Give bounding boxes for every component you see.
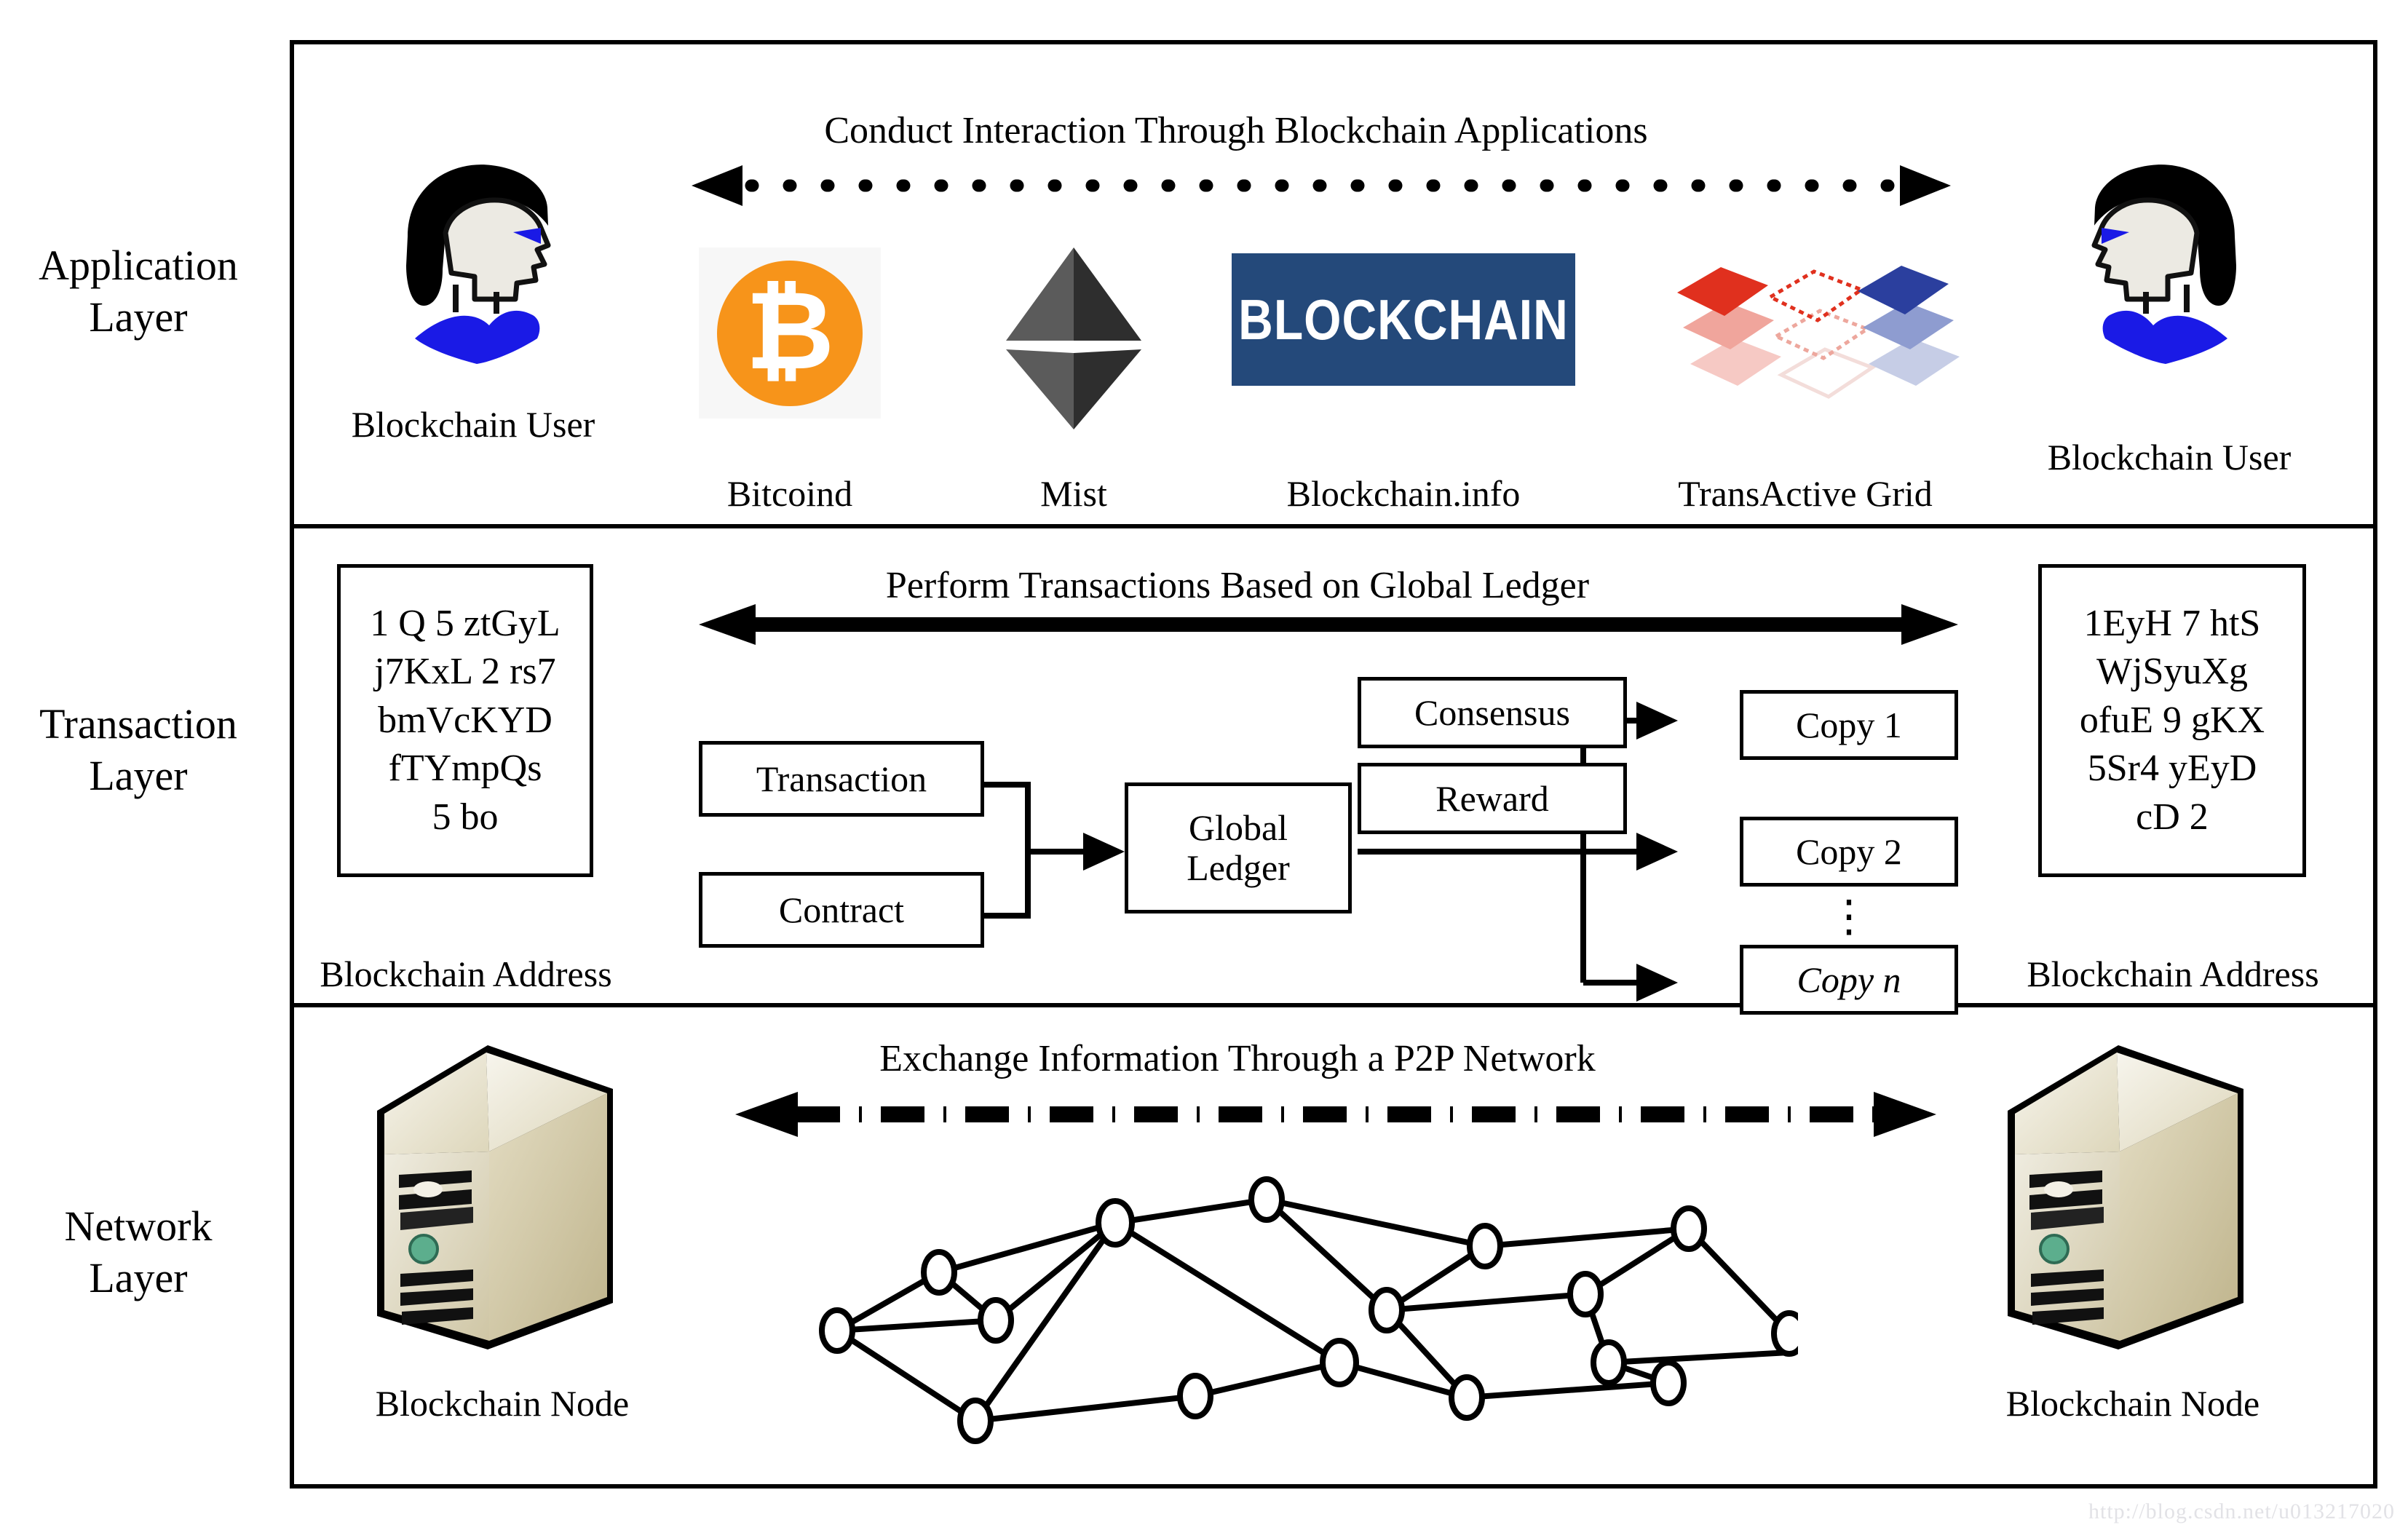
address-line: WjSyuXg — [2096, 651, 2248, 693]
layer-label-application-line1: Application — [39, 242, 238, 289]
contract-box: Contract — [699, 872, 984, 948]
transaction-solid-arrow — [699, 604, 1958, 645]
blockchain-user-right-icon — [2060, 156, 2278, 375]
blockchain-node-left-label: Blockchain Node — [375, 1383, 630, 1424]
mist-label: Mist — [1040, 473, 1107, 514]
transaction-box-label: Transaction — [756, 758, 927, 799]
transactive-grid-logo-icon — [1677, 266, 1960, 399]
address-line: cD 2 — [2136, 796, 2209, 838]
copy-1-box: Copy 1 — [1740, 690, 1958, 760]
copy-n-box: Copy n — [1740, 945, 1958, 1015]
bitcoind-label: Bitcoind — [726, 473, 853, 514]
bitcoin-logo-icon: ₿ — [699, 247, 881, 419]
address-line: ofuE 9 gKX — [2079, 699, 2265, 741]
copy-2-box: Copy 2 — [1740, 817, 1958, 887]
transaction-box: Transaction — [699, 741, 984, 817]
blockchain-user-left-icon — [364, 156, 582, 375]
blockchain-info-wordmark: BLOCKCHAIN — [1238, 288, 1569, 352]
blockchain-node-right-icon — [2008, 1045, 2243, 1349]
layer-label-network-line1: Network — [64, 1202, 213, 1250]
global-ledger-box: Global Ledger — [1125, 782, 1352, 913]
copy-2-label: Copy 2 — [1796, 831, 1902, 872]
application-band-title: Conduct Interaction Through Blockchain A… — [824, 110, 1648, 151]
reward-box-label: Reward — [1435, 777, 1549, 819]
layer-label-network: Network Layer — [0, 1201, 277, 1304]
blockchain-address-right-caption: Blockchain Address — [2027, 954, 2319, 994]
application-dotted-arrow — [692, 165, 1951, 206]
global-ledger-label-line2: Ledger — [1187, 847, 1290, 888]
consensus-box-label: Consensus — [1414, 691, 1570, 733]
blockchain-info-logo-icon: BLOCKCHAIN — [1232, 253, 1575, 386]
blockchain-address-right-box: 1EyH 7 htS WjSyuXg ofuE 9 gKX 5Sr4 yEyD … — [2038, 564, 2306, 877]
reward-box: Reward — [1358, 763, 1627, 834]
p2p-network-graph — [819, 1176, 1798, 1444]
layer-label-network-line2: Layer — [89, 1253, 188, 1301]
layer-label-transaction-line1: Transaction — [39, 700, 237, 748]
layer-label-application: Application Layer — [0, 240, 277, 344]
address-line: 1EyH 7 htS — [2083, 602, 2261, 644]
layer-label-application-line2: Layer — [89, 293, 188, 341]
address-line: fTYmpQs — [388, 748, 542, 790]
address-line: 5Sr4 yEyD — [2087, 748, 2257, 790]
blockchain-address-left-caption: Blockchain Address — [320, 954, 612, 994]
address-line: 5 bo — [432, 796, 499, 838]
copy-n-label: Copy n — [1797, 959, 1901, 1000]
transaction-band-title: Perform Transactions Based on Global Led… — [885, 565, 1590, 606]
address-line: bmVcKYD — [378, 699, 553, 741]
address-line: j7KxL 2 rs7 — [374, 651, 556, 693]
consensus-box: Consensus — [1358, 677, 1627, 748]
address-line: 1 Q 5 ztGyL — [370, 602, 561, 644]
copies-ellipsis: ⋮ — [1827, 892, 1871, 940]
copy-1-label: Copy 1 — [1796, 704, 1902, 745]
blockchain-node-left-icon — [377, 1045, 613, 1349]
ethereum-logo-icon — [1006, 247, 1141, 429]
contract-box-label: Contract — [778, 889, 905, 930]
blockchain-user-left-label: Blockchain User — [351, 404, 595, 445]
global-ledger-label-line1: Global — [1188, 807, 1288, 848]
transactive-grid-label: TransActive Grid — [1678, 473, 1933, 514]
layer-label-transaction-line2: Layer — [89, 751, 188, 799]
network-dashdot-arrow — [735, 1092, 1936, 1137]
layer-label-transaction: Transaction Layer — [0, 699, 277, 802]
blockchain-user-right-label: Blockchain User — [2047, 437, 2292, 477]
watermark-text: http://blog.csdn.net/u013217020 — [2088, 1499, 2395, 1523]
network-band-title: Exchange Information Through a P2P Netwo… — [879, 1038, 1596, 1079]
diagram-canvas: Application Layer Transaction Layer Netw… — [0, 0, 2408, 1530]
blockchain-node-right-label: Blockchain Node — [2005, 1383, 2260, 1424]
layer-divider-1 — [290, 524, 2377, 528]
blockchain-info-label: Blockchain.info — [1286, 473, 1521, 514]
blockchain-address-left-box: 1 Q 5 ztGyL j7KxL 2 rs7 bmVcKYD fTYmpQs … — [337, 564, 593, 877]
